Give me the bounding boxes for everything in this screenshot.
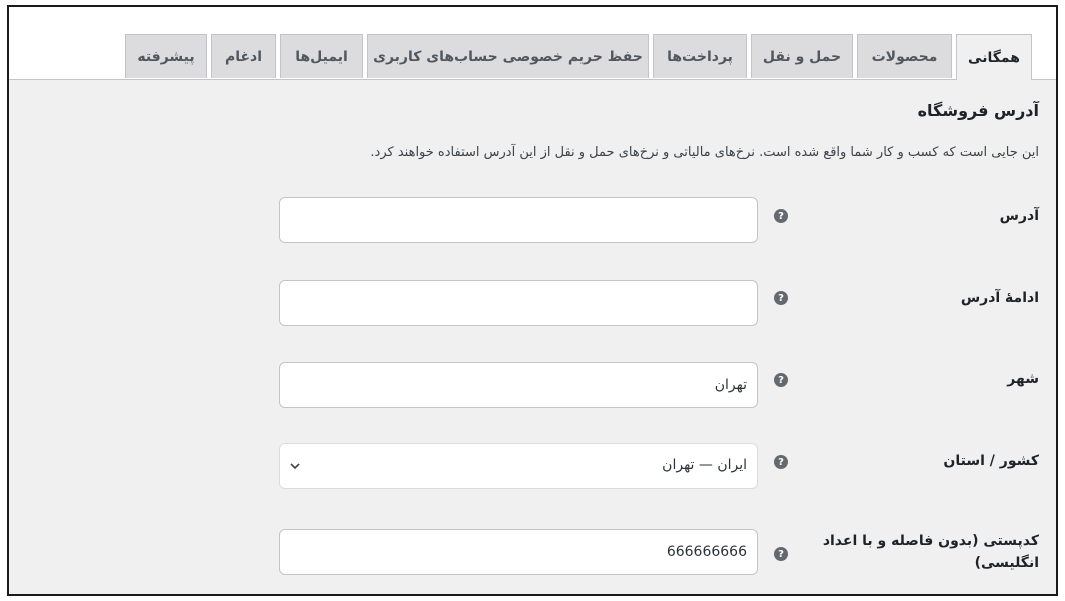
settings-frame: همگانی محصولات حمل و نقل پرداخت‌ها حفظ ح…	[7, 5, 1058, 596]
postcode-label-line1: کدپستی (بدون فاصله و با اعداد	[822, 533, 1039, 549]
tab-emails[interactable]: ایمیل‌ها	[280, 34, 363, 78]
address2-input[interactable]	[279, 280, 758, 326]
tab-shipping[interactable]: حمل و نقل	[751, 34, 853, 78]
country-select[interactable]: ایران — تهران	[279, 443, 758, 489]
country-select-value: ایران — تهران	[662, 457, 747, 473]
chevron-down-icon	[290, 463, 300, 470]
tab-advanced[interactable]: پیشرفته	[125, 34, 207, 78]
city-label: شهر	[1007, 371, 1039, 387]
question-circle-icon[interactable]: ?	[774, 209, 788, 223]
postcode-label: کدپستی (بدون فاصله و با اعداد انگلیسی)	[809, 530, 1039, 574]
section-title: آدرس فروشگاه	[917, 101, 1039, 120]
address2-label: ادامهٔ آدرس	[960, 290, 1039, 306]
address-input[interactable]	[279, 197, 758, 243]
tab-payments[interactable]: پرداخت‌ها	[653, 34, 747, 78]
tab-integration[interactable]: ادغام	[211, 34, 276, 78]
country-label: کشور / استان	[943, 453, 1039, 469]
question-circle-icon[interactable]: ?	[774, 547, 788, 561]
postcode-label-line2: انگلیسی)	[974, 555, 1039, 571]
postcode-input[interactable]	[279, 529, 758, 575]
address-label: آدرس	[999, 208, 1039, 224]
city-input[interactable]	[279, 362, 758, 408]
tab-accounts-privacy[interactable]: حفظ حریم خصوصی حساب‌های کاربری	[367, 34, 649, 78]
tab-products[interactable]: محصولات	[857, 34, 952, 78]
question-circle-icon[interactable]: ?	[774, 373, 788, 387]
question-circle-icon[interactable]: ?	[774, 291, 788, 305]
tab-general[interactable]: همگانی	[956, 34, 1032, 80]
section-description: این جایی است که کسب و کار شما واقع شده ا…	[370, 145, 1039, 160]
settings-tabs: همگانی محصولات حمل و نقل پرداخت‌ها حفظ ح…	[9, 7, 1056, 80]
question-circle-icon[interactable]: ?	[774, 455, 788, 469]
